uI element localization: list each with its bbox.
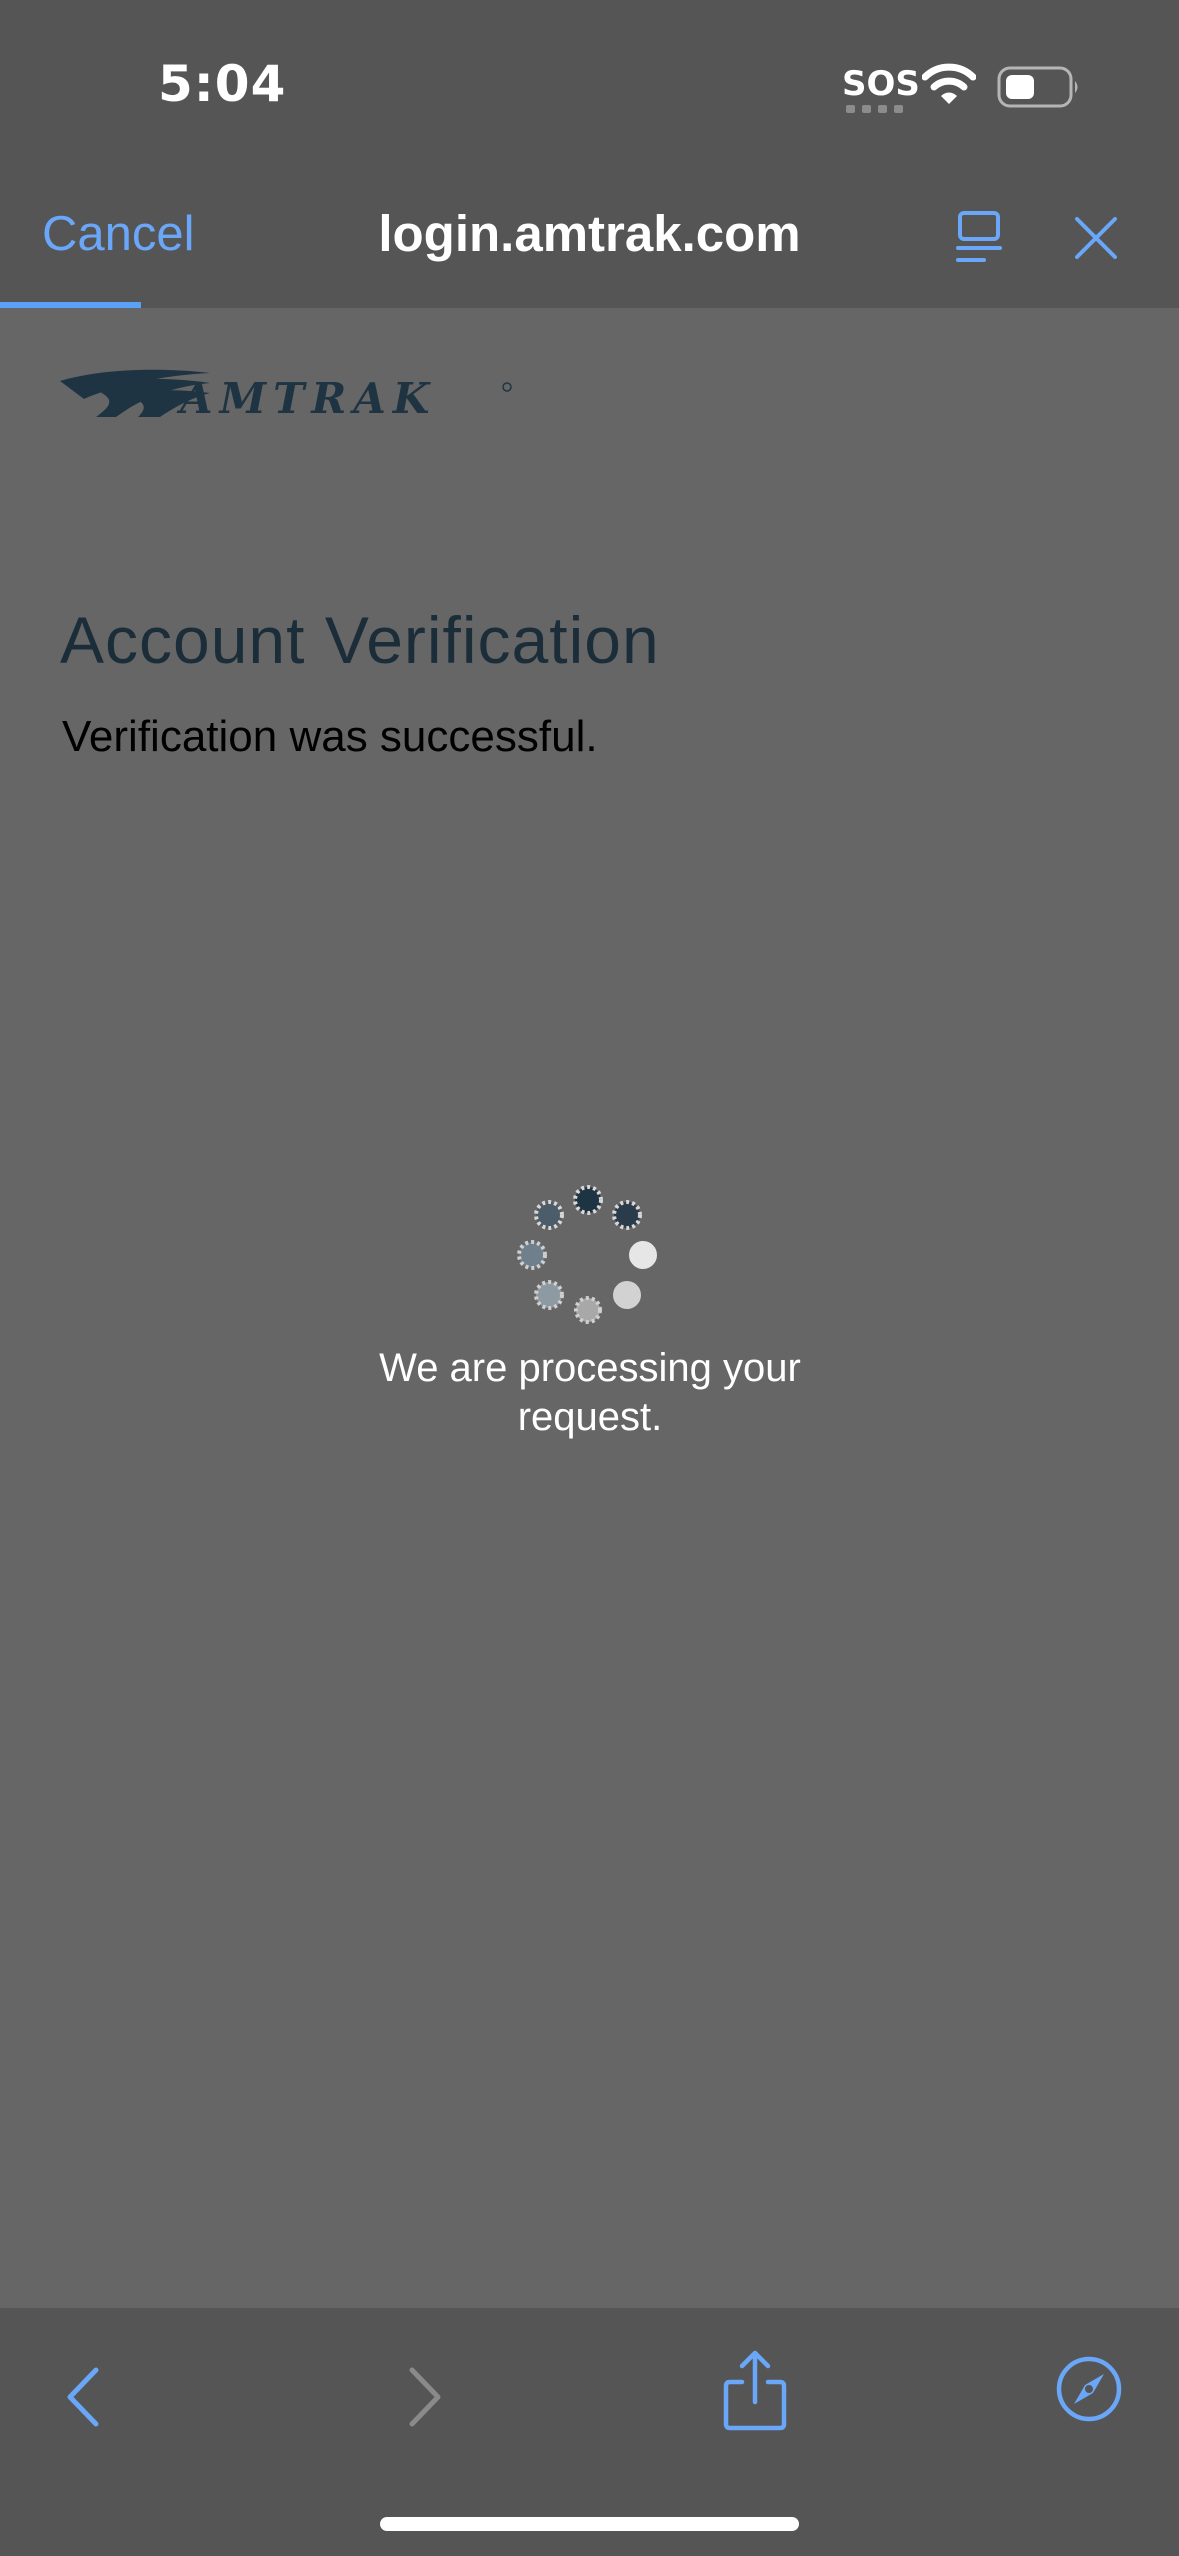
amtrak-logo: AMTRAK — [60, 365, 520, 426]
loading-spinner-icon — [517, 1185, 657, 1324]
status-bar: 5:04 SOS — [0, 0, 1179, 170]
reader-icon[interactable] — [954, 210, 1008, 266]
wifi-icon — [922, 63, 976, 104]
compass-icon[interactable] — [1054, 2354, 1124, 2424]
processing-message: We are processing your request. — [379, 1346, 801, 1439]
share-icon[interactable] — [720, 2348, 790, 2432]
verification-message: Verification was successful. — [62, 712, 598, 761]
signal-dots-icon — [846, 105, 903, 113]
status-carrier: SOS — [842, 64, 920, 104]
browser-nav-bar: Cancel login.amtrak.com — [0, 170, 1179, 308]
status-time: 5:04 — [158, 55, 287, 113]
home-indicator[interactable] — [380, 2517, 799, 2531]
battery-icon — [997, 66, 1078, 108]
logo-wordmark: AMTRAK — [176, 374, 436, 421]
back-icon[interactable] — [60, 2362, 110, 2432]
page-load-progress — [0, 302, 141, 308]
forward-icon — [409, 2367, 441, 2427]
page-title: Account Verification — [60, 603, 660, 677]
close-icon[interactable] — [1072, 214, 1120, 262]
